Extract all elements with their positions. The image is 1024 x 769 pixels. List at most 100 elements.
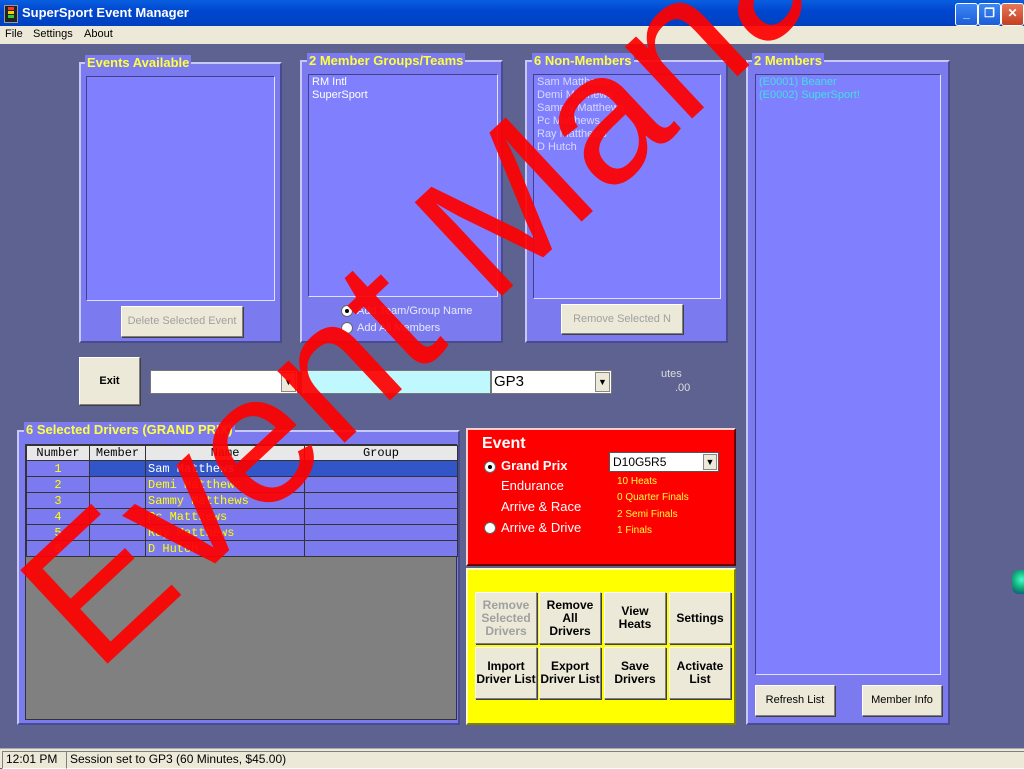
list-item[interactable]: Sammy Matthews — [534, 102, 720, 115]
member-info-button[interactable]: Member Info — [862, 685, 942, 716]
list-item[interactable]: Sam Matthews — [534, 76, 720, 89]
list-item[interactable]: RM Intl — [309, 76, 497, 89]
semi-finals-count: 2 Semi Finals — [617, 509, 678, 520]
event-combo[interactable]: ▼ — [150, 370, 298, 394]
cell-group — [304, 524, 458, 541]
add-team-name-radio[interactable] — [341, 305, 353, 317]
finals-count: 1 Finals — [617, 525, 653, 536]
cell-member — [89, 476, 146, 493]
window-title: SuperSport Event Manager — [22, 5, 189, 20]
events-available-panel: Delete Selected Event — [79, 62, 282, 343]
non-members-listbox[interactable]: Sam Matthews Demi Matthews Sammy Matthew… — [533, 74, 721, 299]
cell-name: D Hutch — [145, 540, 305, 557]
add-all-members-label: Add All Members — [357, 322, 441, 334]
minimize-button[interactable]: _ — [955, 3, 978, 26]
endurance-label: Endurance — [501, 478, 564, 493]
grand-prix-radio[interactable] — [484, 461, 496, 473]
maximize-button[interactable]: ❐ — [978, 3, 1001, 26]
list-item[interactable]: (E0002) SuperSport! — [756, 89, 940, 102]
groups-panel: RM Intl SuperSport Add Team/Group Name A… — [300, 60, 503, 343]
chevron-down-icon[interactable]: ▼ — [281, 372, 296, 392]
table-row[interactable]: 5 Ray Matthews — [26, 524, 458, 541]
format-combo[interactable]: D10G5R5 ▼ — [609, 452, 719, 472]
list-item[interactable]: Pc Matthews — [534, 115, 720, 128]
remove-non-member-button[interactable]: Remove Selected N — [561, 304, 683, 334]
import-driver-list-button[interactable]: Import Driver List — [475, 647, 537, 699]
save-drivers-button[interactable]: Save Drivers — [604, 647, 666, 699]
col-group[interactable]: Group — [304, 445, 458, 461]
format-value: D10G5R5 — [613, 455, 667, 469]
menu-settings[interactable]: Settings — [33, 28, 73, 40]
status-time: 12:01 PM — [2, 751, 67, 769]
session-price-text: .00 — [675, 382, 691, 394]
table-row[interactable]: 6 D Hutch — [26, 540, 458, 557]
col-number[interactable]: Number — [26, 445, 90, 461]
list-item[interactable]: D Hutch — [534, 141, 720, 154]
session-minutes-text: utes — [661, 368, 682, 380]
groups-listbox[interactable]: RM Intl SuperSport — [308, 74, 498, 297]
delete-event-button[interactable]: Delete Selected Event — [121, 306, 243, 337]
event-name-input[interactable] — [301, 370, 491, 394]
table-row[interactable]: 4 Pc Matthews — [26, 508, 458, 525]
cell-name: Sammy Matthews — [145, 492, 305, 509]
members-panel: (E0001) Beaner (E0002) SuperSport! Refre… — [746, 60, 950, 725]
list-item[interactable]: Demi Matthews — [534, 89, 720, 102]
drivers-grid[interactable]: Number Member Name Group 1 Sam Matthews … — [25, 444, 458, 720]
table-row[interactable]: 3 Sammy Matthews — [26, 492, 458, 509]
add-all-members-radio[interactable] — [341, 322, 353, 334]
settings-button[interactable]: Settings — [669, 592, 731, 644]
selected-drivers-title: 6 Selected Drivers (GRAND PRIX) — [24, 422, 235, 437]
cell-number: 5 — [26, 524, 90, 541]
arrive-race-label: Arrive & Race — [501, 499, 582, 514]
view-heats-button[interactable]: View Heats — [604, 592, 666, 644]
exit-button[interactable]: Exit — [79, 357, 140, 405]
cell-member — [89, 540, 146, 557]
cell-number: 2 — [26, 476, 90, 493]
remove-all-drivers-button[interactable]: Remove All Drivers — [539, 592, 601, 644]
refresh-list-button[interactable]: Refresh List — [755, 685, 835, 716]
arrive-drive-radio[interactable] — [484, 522, 496, 534]
col-member[interactable]: Member — [89, 445, 146, 461]
session-value: GP3 — [494, 373, 525, 390]
actions-panel: Remove Selected Drivers Remove All Drive… — [466, 568, 736, 725]
title-bar: SuperSport Event Manager _ ❐ ✕ — [0, 0, 1024, 26]
globe-icon — [1012, 570, 1024, 594]
cell-name: Pc Matthews — [145, 508, 305, 525]
menu-bar: File Settings About — [0, 26, 1024, 44]
cell-member — [89, 460, 146, 477]
menu-about[interactable]: About — [84, 28, 113, 40]
cell-member — [89, 492, 146, 509]
table-row[interactable]: 1 Sam Matthews — [26, 460, 458, 477]
cell-group — [304, 540, 458, 557]
add-team-name-label: Add Team/Group Name — [357, 305, 473, 317]
menu-file[interactable]: File — [5, 28, 23, 40]
activate-list-button[interactable]: Activate List — [669, 647, 731, 699]
session-combo[interactable]: GP3 ▼ — [491, 370, 612, 394]
cell-group — [304, 476, 458, 493]
cell-number: 1 — [26, 460, 90, 477]
cell-group — [304, 508, 458, 525]
cell-number: 4 — [26, 508, 90, 525]
chevron-down-icon[interactable]: ▼ — [595, 372, 610, 392]
export-driver-list-button[interactable]: Export Driver List — [539, 647, 601, 699]
status-bar: 12:01 PM Session set to GP3 (60 Minutes,… — [0, 748, 1024, 769]
selected-drivers-panel: Number Member Name Group 1 Sam Matthews … — [17, 430, 460, 725]
event-type-title: Event — [482, 435, 526, 452]
events-available-title: Events Available — [85, 55, 192, 70]
close-button[interactable]: ✕ — [1001, 3, 1024, 26]
chevron-down-icon[interactable]: ▼ — [703, 454, 717, 470]
col-name[interactable]: Name — [145, 445, 305, 461]
cell-number: 6 — [26, 540, 90, 557]
members-listbox[interactable]: (E0001) Beaner (E0002) SuperSport! — [755, 74, 941, 675]
list-item[interactable]: SuperSport — [309, 89, 497, 102]
remove-selected-drivers-button[interactable]: Remove Selected Drivers — [475, 592, 537, 644]
cell-name: Demi Matthews — [145, 476, 305, 493]
list-item[interactable]: (E0001) Beaner — [756, 76, 940, 89]
list-item[interactable]: Ray Matthews — [534, 128, 720, 141]
events-listbox[interactable] — [86, 76, 275, 301]
cell-member — [89, 524, 146, 541]
traffic-light-icon — [4, 5, 18, 23]
cell-group — [304, 492, 458, 509]
members-title: 2 Members — [752, 53, 824, 68]
table-row[interactable]: 2 Demi Matthews — [26, 476, 458, 493]
